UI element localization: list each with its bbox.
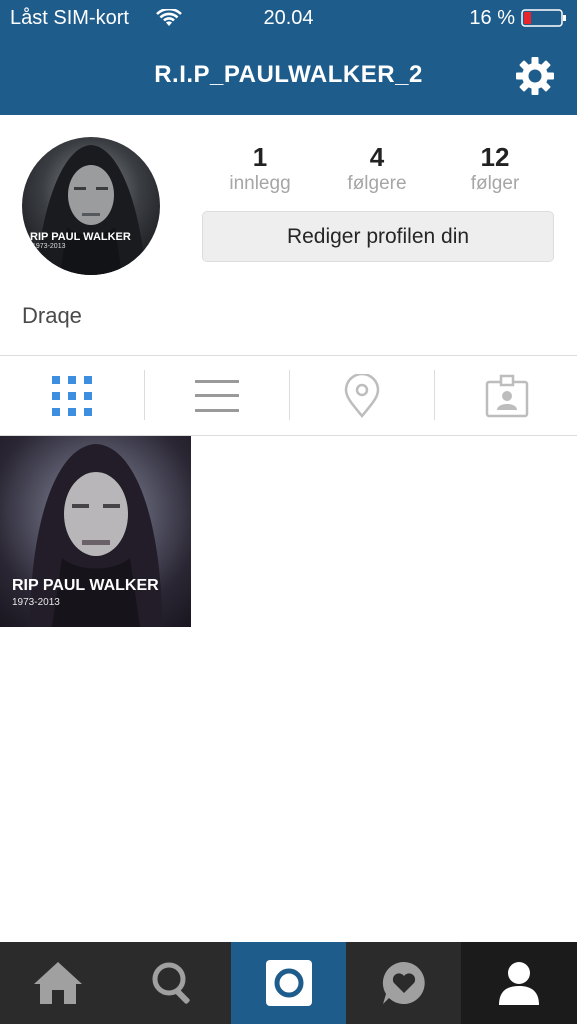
stat-following[interactable]: 12 følger (440, 142, 550, 196)
stat-posts: 1 innlegg (205, 142, 315, 196)
stat-followers-count: 4 (369, 142, 385, 172)
header: Låst SIM-kort 20.04 16 % R.I.P_PAULWALKE… (0, 0, 577, 115)
avatar-years: 1973-2013 (32, 243, 66, 250)
activity-heart-icon (382, 961, 425, 1004)
grid-icon (52, 375, 92, 416)
avatar-portrait (36, 145, 146, 275)
stat-posts-count: 1 (252, 142, 268, 172)
stat-followers[interactable]: 4 følgere (322, 142, 432, 196)
list-icon (195, 379, 239, 412)
edit-profile-button[interactable]: Rediger profilen din (202, 211, 554, 262)
tab-bar (0, 942, 577, 1024)
tab-list-view[interactable] (145, 356, 289, 435)
stat-following-count: 12 (480, 142, 510, 172)
tab-camera[interactable] (231, 942, 346, 1024)
tagged-photos-icon (485, 374, 529, 417)
post-caption: RIP PAUL WALKER (12, 577, 159, 594)
tab-map-view[interactable] (290, 356, 434, 435)
page-title: R.I.P_PAULWALKER_2 (154, 61, 423, 88)
tab-home[interactable] (0, 942, 115, 1024)
battery-percent: 16 % (469, 7, 515, 29)
post-years: 1973-2013 (12, 597, 60, 608)
stat-posts-label: innlegg (229, 173, 291, 194)
stat-following-label: følger (470, 173, 520, 194)
home-icon (33, 962, 82, 1004)
search-icon (152, 962, 190, 1004)
post-thumbnail[interactable]: RIP PAUL WALKER 1973-2013 (0, 436, 191, 627)
tab-profile[interactable] (461, 942, 577, 1024)
status-bar: Låst SIM-kort 20.04 16 % (0, 0, 577, 36)
tab-grid-view[interactable] (0, 356, 144, 435)
stat-followers-label: følgere (347, 173, 407, 194)
battery-icon (521, 9, 566, 27)
gear-icon[interactable] (515, 56, 555, 96)
profile-icon (499, 962, 539, 1005)
profile-bio: Draqe (22, 303, 82, 328)
tab-tagged-view[interactable] (435, 356, 577, 435)
avatar[interactable]: RIP PAUL WALKER 1973-2013 (22, 137, 160, 275)
tab-search[interactable] (115, 942, 231, 1024)
location-pin-icon (344, 373, 380, 418)
avatar-caption: RIP PAUL WALKER (30, 231, 131, 243)
camera-icon (265, 960, 312, 1006)
tab-activity[interactable] (346, 942, 461, 1024)
